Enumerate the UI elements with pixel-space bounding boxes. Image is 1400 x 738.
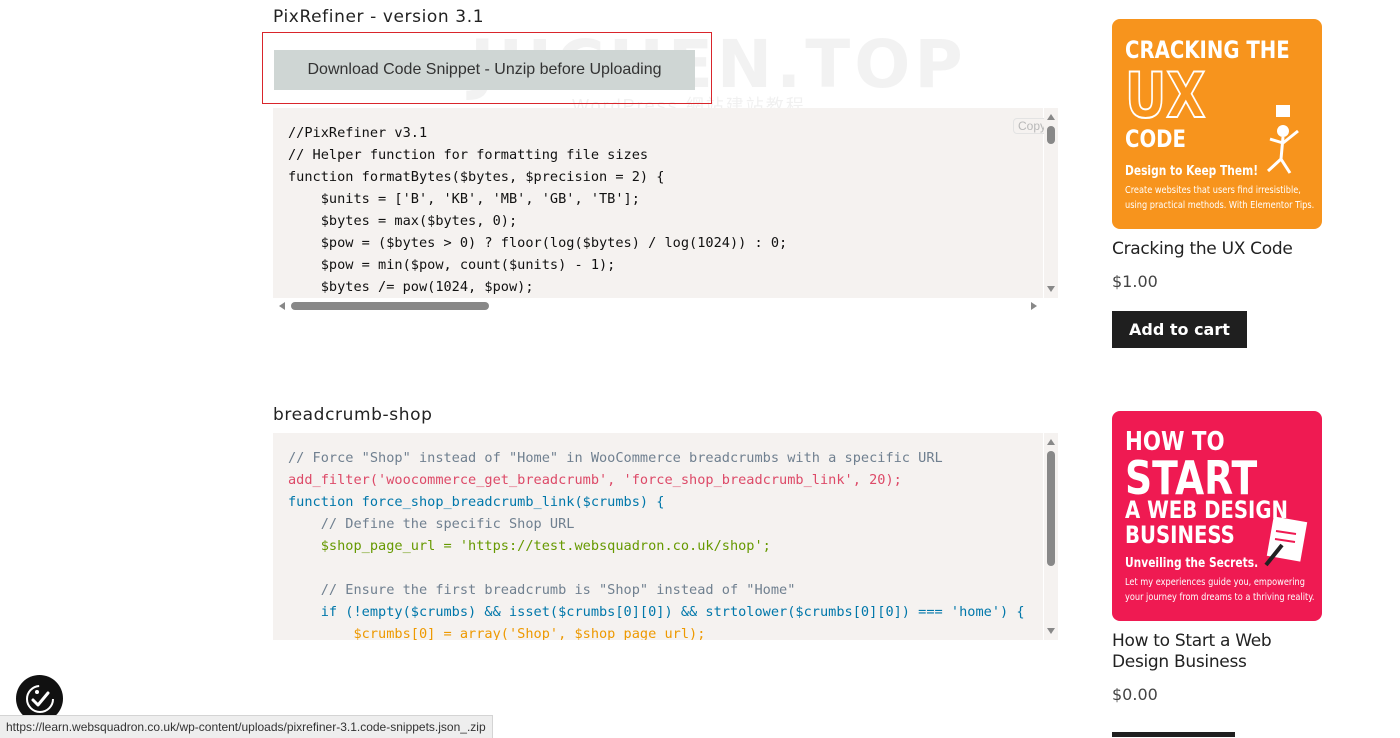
cover-title-line: CODE — [1125, 125, 1186, 153]
scroll-left-arrow-icon[interactable] — [279, 302, 285, 310]
code-line: if (!empty($crumbs) && isset($crumbs[0][… — [288, 604, 1025, 620]
download-snippet-button[interactable]: Download Code Snippet - Unzip before Upl… — [274, 50, 695, 90]
accessibility-icon — [25, 684, 54, 713]
add-to-cart-button[interactable] — [1112, 732, 1235, 737]
cover-tagline: Design to Keep Them! — [1125, 164, 1259, 179]
figure-illustration-icon — [1266, 105, 1299, 174]
code-line: function force_shop_breadcrumb_link($cru… — [288, 494, 665, 510]
product-name-line: How to Start a Web — [1112, 631, 1272, 651]
scroll-thumb[interactable] — [291, 302, 489, 310]
cover-title-line: BUSINESS — [1125, 521, 1235, 549]
scroll-thumb[interactable] — [1047, 451, 1055, 566]
code-line: $crumbs[0] = array('Shop', $shop_page_ur… — [288, 626, 706, 640]
scroll-thumb[interactable] — [1047, 126, 1055, 144]
code-line: $shop_page_url = 'https://test.websquadr… — [288, 538, 771, 554]
code-line: // Ensure the first breadcrumb is "Shop"… — [288, 582, 796, 598]
scroll-up-arrow-icon[interactable] — [1047, 439, 1055, 445]
browser-status-bar: https://learn.websquadron.co.uk/wp-conte… — [0, 715, 493, 738]
product-cover-image[interactable]: HOW TO START A WEB DESIGN BUSINESS Unvei… — [1112, 411, 1322, 621]
section-title-breadcrumb-shop: breadcrumb-shop — [273, 405, 433, 425]
cover-title-line: UX — [1124, 58, 1206, 133]
product-card-ux-code: CRACKING THE UX CODE Design to Keep Them… — [1112, 19, 1322, 348]
code-line: $bytes = max($bytes, 0); — [288, 213, 518, 229]
product-price: $0.00 — [1112, 685, 1158, 704]
code-line: // Force "Shop" instead of "Home" in Woo… — [288, 450, 943, 466]
vertical-scrollbar[interactable] — [1044, 108, 1058, 298]
product-name-line: Design Business — [1112, 652, 1247, 672]
cover-description: your journey from dreams to a thriving r… — [1125, 592, 1315, 603]
code-line: $pow = min($pow, count($units) - 1); — [288, 257, 616, 273]
code-line: //PixRefiner v3.1 — [288, 125, 428, 141]
scroll-right-arrow-icon[interactable] — [1031, 302, 1037, 310]
code-line: $pow = ($bytes > 0) ? floor(log($bytes) … — [288, 235, 788, 251]
horizontal-scrollbar[interactable] — [273, 298, 1043, 314]
code-line: $bytes /= pow(1024, $pow); — [288, 279, 534, 295]
code-line: function formatBytes($bytes, $precision … — [288, 169, 665, 185]
code-line: $units = ['B', 'KB', 'MB', 'GB', 'TB']; — [288, 191, 640, 207]
product-card-web-design-business: HOW TO START A WEB DESIGN BUSINESS Unvei… — [1112, 411, 1322, 704]
section-title-pixrefiner: PixRefiner - version 3.1 — [273, 7, 485, 27]
cover-description: Let my experiences guide you, empowering — [1125, 577, 1305, 588]
add-to-cart-button[interactable]: Add to cart — [1112, 311, 1247, 348]
vertical-scrollbar[interactable] — [1044, 433, 1058, 640]
code-line: add_filter('woocommerce_get_breadcrumb',… — [288, 472, 902, 488]
code-content-pixrefiner: //PixRefiner v3.1 // Helper function for… — [273, 108, 1043, 298]
code-line: // Helper function for formatting file s… — [288, 147, 649, 163]
code-block-breadcrumb[interactable]: // Force "Shop" instead of "Home" in Woo… — [273, 433, 1043, 640]
product-price: $1.00 — [1112, 272, 1158, 291]
scroll-down-arrow-icon[interactable] — [1047, 286, 1055, 292]
code-block-pixrefiner[interactable]: //PixRefiner v3.1 // Helper function for… — [273, 108, 1043, 298]
scroll-up-arrow-icon[interactable] — [1047, 114, 1055, 120]
cover-description: using practical methods. With Elementor … — [1125, 200, 1315, 211]
code-content-breadcrumb: // Force "Shop" instead of "Home" in Woo… — [273, 433, 1043, 640]
cover-description: Create websites that users find irresist… — [1125, 185, 1301, 196]
product-name[interactable]: How to Start a Web Design Business — [1112, 631, 1322, 673]
product-cover-image[interactable]: CRACKING THE UX CODE Design to Keep Them… — [1112, 19, 1322, 229]
cover-tagline: Unveiling the Secrets. — [1125, 556, 1259, 571]
product-name[interactable]: Cracking the UX Code — [1112, 239, 1322, 260]
code-line: // Define the specific Shop URL — [288, 516, 575, 532]
scroll-down-arrow-icon[interactable] — [1047, 628, 1055, 634]
document-pen-illustration-icon — [1264, 516, 1308, 567]
